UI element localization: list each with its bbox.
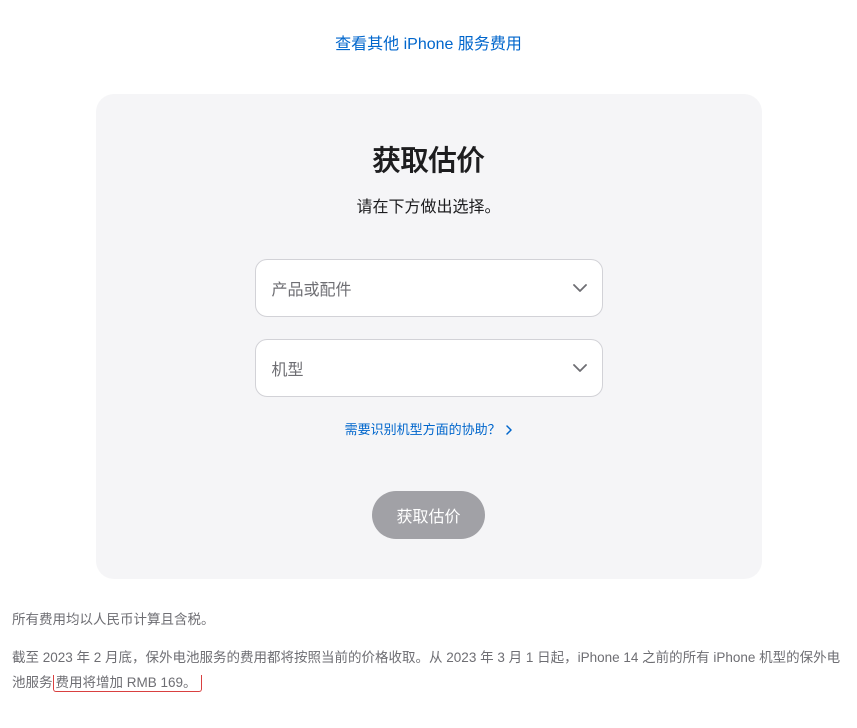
chevron-right-icon <box>506 423 512 438</box>
card-title: 获取估价 <box>136 139 722 179</box>
identify-model-link[interactable]: 需要识别机型方面的协助？ <box>345 422 513 437</box>
footer-notes: 所有费用均以人民币计算且含税。 截至 2023 年 2 月底，保外电池服务的费用… <box>10 607 847 696</box>
price-increase-highlight: 费用将增加 RMB 169。 <box>53 675 202 692</box>
model-select-wrapper: 机型 <box>255 339 603 397</box>
footer-line-2: 截至 2023 年 2 月底，保外电池服务的费用都将按照当前的价格收取。从 20… <box>12 645 845 696</box>
top-link-container: 查看其他 iPhone 服务费用 <box>10 30 847 54</box>
product-select-wrapper: 产品或配件 <box>255 259 603 317</box>
estimate-card: 获取估价 请在下方做出选择。 产品或配件 机型 需要识别机型方面的协助？ <box>96 94 762 579</box>
product-select[interactable]: 产品或配件 <box>255 259 603 317</box>
footer-line-1: 所有费用均以人民币计算且含税。 <box>12 607 845 633</box>
help-link-container: 需要识别机型方面的协助？ <box>136 419 722 439</box>
help-link-text: 需要识别机型方面的协助？ <box>345 422 501 437</box>
model-select[interactable]: 机型 <box>255 339 603 397</box>
model-select-placeholder: 机型 <box>272 356 304 380</box>
get-estimate-button[interactable]: 获取估价 <box>372 491 484 539</box>
product-select-placeholder: 产品或配件 <box>272 276 352 300</box>
other-services-link[interactable]: 查看其他 iPhone 服务费用 <box>335 36 522 53</box>
card-subtitle: 请在下方做出选择。 <box>136 193 722 217</box>
